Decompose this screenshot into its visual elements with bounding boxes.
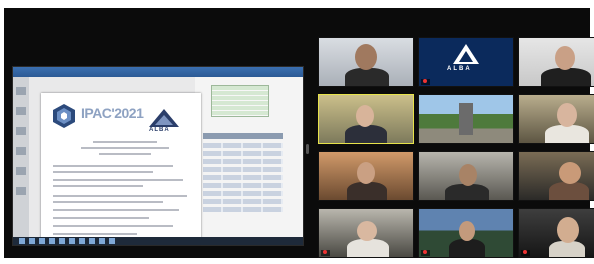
participant-tile[interactable] xyxy=(318,94,414,144)
spreadsheet-header-row xyxy=(203,133,283,139)
participant-video xyxy=(541,68,591,86)
taskbar-app-icon[interactable] xyxy=(19,238,25,244)
participant-tile[interactable] xyxy=(518,151,594,201)
text-line xyxy=(53,201,163,203)
slide-thumbnail[interactable] xyxy=(16,107,26,115)
avatar xyxy=(357,221,377,241)
participant-tile[interactable] xyxy=(418,151,514,201)
alba-logo-icon xyxy=(453,44,479,64)
document-title: IPAC'2021 xyxy=(81,105,144,121)
participant-video xyxy=(347,239,389,257)
text-line xyxy=(53,179,183,181)
text-line xyxy=(53,233,137,235)
mic-muted-icon xyxy=(423,250,427,254)
taskbar-app-icon[interactable] xyxy=(109,238,115,244)
avatar xyxy=(555,46,575,70)
participant-video xyxy=(345,68,389,86)
participant-tile[interactable] xyxy=(418,94,514,144)
taskbar-app-icon[interactable] xyxy=(99,238,105,244)
taskbar-app-icon[interactable] xyxy=(49,238,55,244)
participant-tile[interactable] xyxy=(418,208,514,258)
participant-video xyxy=(345,125,387,143)
participant-video xyxy=(545,125,589,143)
ipac-emblem-icon xyxy=(53,104,75,128)
avatar xyxy=(459,164,477,186)
text-line xyxy=(53,217,149,219)
participant-name xyxy=(421,79,430,85)
participant-tile[interactable] xyxy=(518,208,594,258)
mic-muted-icon xyxy=(423,79,427,83)
mic-muted-icon xyxy=(523,250,527,254)
alba-logo-text: ALBA xyxy=(149,127,170,133)
text-line xyxy=(53,225,173,227)
text-line xyxy=(53,209,179,211)
document-page: IPAC'2021 ALBA xyxy=(41,93,201,243)
text-line xyxy=(99,153,151,155)
avatar xyxy=(356,105,374,127)
avatar xyxy=(559,162,581,184)
participant-tile[interactable] xyxy=(518,94,594,144)
participant-tile[interactable] xyxy=(518,37,594,87)
participant-video xyxy=(549,182,589,200)
participant-tile[interactable] xyxy=(318,151,414,201)
avatar xyxy=(557,217,579,243)
text-line xyxy=(93,141,157,143)
avatar xyxy=(355,44,377,70)
shared-window-titlebar xyxy=(13,67,303,77)
taskbar-app-icon[interactable] xyxy=(29,238,35,244)
table-row xyxy=(203,207,283,212)
text-line xyxy=(53,185,143,187)
participant-video xyxy=(459,103,473,135)
slide-thumbnail[interactable] xyxy=(16,147,26,155)
taskbar-app-icon[interactable] xyxy=(69,238,75,244)
taskbar-app-icon[interactable] xyxy=(59,238,65,244)
participant-tile[interactable]: ALBA xyxy=(418,37,514,87)
mic-muted-icon xyxy=(323,250,327,254)
taskbar-app-icon[interactable] xyxy=(39,238,45,244)
taskbar-app-icon[interactable] xyxy=(79,238,85,244)
table-row xyxy=(203,183,283,188)
slide-thumbnail[interactable] xyxy=(16,167,26,175)
taskbar-app-icon[interactable] xyxy=(89,238,95,244)
panel-resize-handle[interactable] xyxy=(306,144,309,154)
table-row xyxy=(203,175,283,180)
shared-taskbar xyxy=(13,237,303,245)
slide-thumbnail[interactable] xyxy=(16,87,26,95)
participant-name xyxy=(421,250,430,256)
participant-name xyxy=(521,250,530,256)
alba-logo-text: ALBA xyxy=(447,66,472,72)
text-line xyxy=(53,171,153,173)
text-line xyxy=(53,195,187,197)
participant-video xyxy=(445,184,489,200)
meeting-window: IPAC'2021 ALBA ALBA xyxy=(0,0,594,264)
avatar xyxy=(357,162,375,184)
text-line xyxy=(53,165,173,167)
slide-thumbnail[interactable] xyxy=(16,127,26,135)
table-row xyxy=(203,151,283,156)
table-row xyxy=(203,191,283,196)
avatar xyxy=(459,221,475,241)
table-row xyxy=(203,143,283,148)
spreadsheet-grid xyxy=(211,85,269,117)
table-row xyxy=(203,167,283,172)
participant-video xyxy=(347,182,387,200)
participant-video xyxy=(549,241,585,257)
video-stage: IPAC'2021 ALBA ALBA xyxy=(4,8,594,258)
participant-tile[interactable] xyxy=(318,37,414,87)
slide-thumbnails-panel xyxy=(13,77,29,237)
avatar xyxy=(557,103,577,127)
participant-name xyxy=(321,250,330,256)
table-row xyxy=(203,159,283,164)
slide-thumbnail[interactable] xyxy=(16,187,26,195)
participant-video xyxy=(449,239,485,257)
spreadsheet-window[interactable] xyxy=(195,77,303,237)
participant-tile[interactable] xyxy=(318,208,414,258)
text-line xyxy=(81,147,169,149)
shared-screen[interactable]: IPAC'2021 ALBA xyxy=(12,66,304,246)
table-row xyxy=(203,199,283,204)
